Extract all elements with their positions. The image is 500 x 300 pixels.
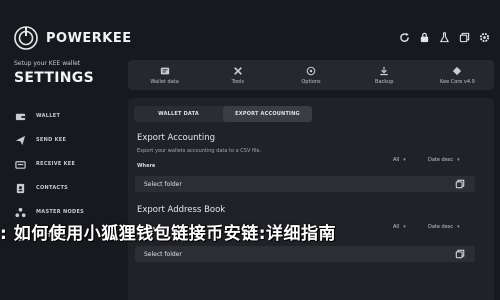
sort-value: Date desc: [428, 157, 454, 163]
sidebar-item-wallet[interactable]: WALLET: [14, 104, 114, 128]
copy-icon[interactable]: [458, 31, 470, 43]
export-accounting-where-label: Where: [137, 163, 156, 169]
export-address-book-folder-field[interactable]: Select folder: [135, 246, 475, 262]
export-accounting-desc: Export your wallets accounting data to a…: [137, 148, 262, 154]
receive-icon: [14, 158, 26, 170]
chevron-down-icon: ▾: [403, 157, 406, 163]
brand-name: POWERKEE: [46, 30, 132, 46]
export-accounting-title: Export Accounting: [137, 133, 215, 143]
tab-label: Wallet data: [150, 78, 179, 85]
overlay-caption: : 如何使用小狐狸钱包链接币安链:详细指南: [0, 224, 337, 243]
brand: POWERKEE: [14, 26, 132, 50]
sidebar-item-send-kee[interactable]: SEND KEE: [14, 128, 114, 152]
tab-backup[interactable]: Backup: [348, 60, 421, 90]
export-address-book-title: Export Address Book: [137, 205, 226, 215]
tools-icon: [233, 66, 243, 76]
open-folder-icon[interactable]: [455, 179, 465, 189]
export-accounting-folder-field[interactable]: Select folder: [135, 176, 475, 192]
app-window: POWERKEE Setup your KEE wallet SETTINGS …: [0, 0, 500, 300]
contacts-icon: [14, 182, 26, 194]
settings-tabbar: Wallet data Tools Options Backup Kee Cor…: [128, 60, 494, 90]
settings-panel: WALLET DATA EXPORT ACCOUNTING Export Acc…: [128, 98, 494, 300]
core-icon: [452, 66, 462, 76]
sidebar: POWERKEE Setup your KEE wallet SETTINGS …: [0, 0, 131, 300]
subtab-export-accounting[interactable]: EXPORT ACCOUNTING: [223, 106, 312, 122]
send-icon: [14, 134, 26, 146]
folder-placeholder: Select folder: [144, 180, 182, 188]
sidebar-item-receive-kee[interactable]: RECEIVE KEE: [14, 152, 114, 176]
filter-value: All: [393, 157, 400, 163]
wallet-data-icon: [160, 66, 170, 76]
sidebar-item-label: RECEIVE KEE: [36, 161, 76, 167]
page-title: SETTINGS: [14, 70, 94, 86]
tab-label: Kee Core v4.9: [439, 78, 475, 85]
powerkee-logo-icon: [14, 26, 38, 50]
subtab-bar: WALLET DATA EXPORT ACCOUNTING: [134, 106, 312, 122]
top-toolbar: [398, 31, 490, 43]
flask-icon[interactable]: [438, 31, 450, 43]
open-folder-icon[interactable]: [455, 249, 465, 259]
refresh-icon[interactable]: [398, 31, 410, 43]
tab-options[interactable]: Options: [274, 60, 347, 90]
tab-wallet-data[interactable]: Wallet data: [128, 60, 201, 90]
setup-text: Setup your KEE wallet: [14, 60, 81, 67]
tab-label: Tools: [231, 78, 244, 85]
nodes-icon: [14, 206, 26, 218]
subtab-wallet-data[interactable]: WALLET DATA: [134, 106, 223, 122]
sidebar-item-label: SEND KEE: [36, 137, 67, 143]
options-icon: [306, 66, 316, 76]
chevron-down-icon: ▾: [457, 157, 460, 163]
folder-placeholder: Select folder: [144, 250, 182, 258]
settings-icon[interactable]: [478, 31, 490, 43]
wallet-icon: [14, 110, 26, 122]
tab-tools[interactable]: Tools: [201, 60, 274, 90]
lock-icon[interactable]: [418, 31, 430, 43]
sidebar-item-label: WALLET: [36, 113, 61, 119]
tab-label: Backup: [375, 78, 394, 85]
sidebar-item-contacts[interactable]: CONTACTS: [14, 176, 114, 200]
sidebar-item-label: MASTER NODES: [36, 209, 85, 215]
export-accounting-sort-select[interactable]: Date desc ▾: [428, 157, 460, 163]
tab-kee-core[interactable]: Kee Core v4.9: [421, 60, 494, 90]
tab-label: Options: [301, 78, 321, 85]
backup-icon: [379, 66, 389, 76]
export-accounting-filter-select[interactable]: All ▾: [393, 157, 406, 163]
sidebar-item-label: CONTACTS: [36, 185, 69, 191]
